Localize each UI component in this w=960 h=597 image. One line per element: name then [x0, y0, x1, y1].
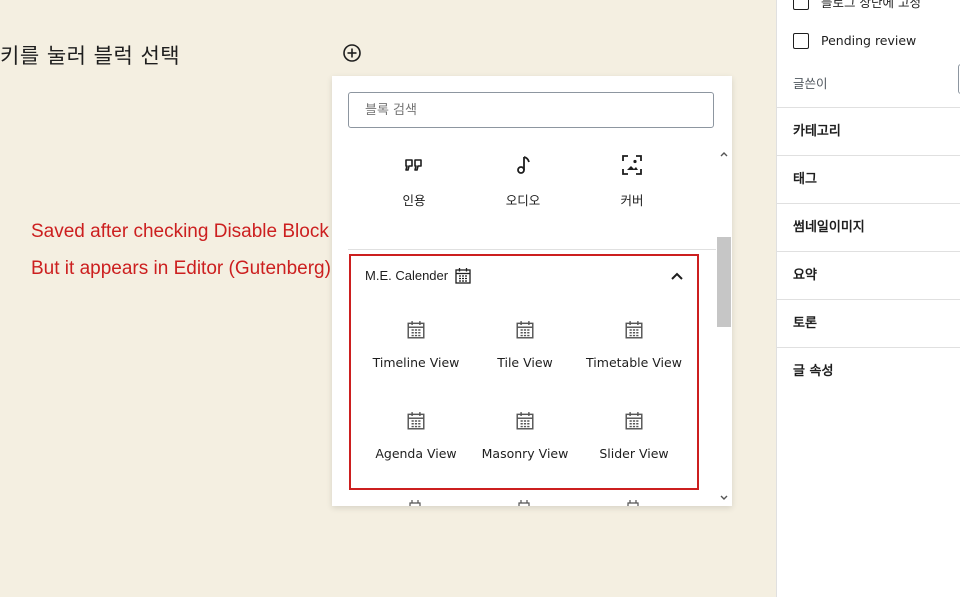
document-settings-sidebar: 블로그 상단에 고정 Pending review 글쓴이 카테고리 태그 썸네… — [776, 0, 960, 597]
editor-canvas[interactable]: 키를 눌러 블럭 선택 Saved after checking Disable… — [0, 0, 776, 597]
block-search-input[interactable] — [348, 92, 714, 128]
calendar-icon — [625, 321, 643, 339]
calendar-icon — [407, 412, 425, 430]
panel-excerpt[interactable]: 요약 — [777, 251, 960, 299]
category-title[interactable]: M.E. Calender — [365, 268, 448, 283]
panel-tags[interactable]: 태그 — [777, 155, 960, 203]
block-list: 인용 오디오 커버 M.E. Calender Timeline View Ti… — [332, 140, 716, 506]
pending-review-row[interactable]: Pending review — [793, 32, 916, 52]
calendar-icon — [627, 500, 639, 506]
block-item-agenda-view[interactable]: Agenda View — [361, 411, 471, 461]
add-block-icon[interactable] — [342, 43, 362, 63]
block-item-masonry-view[interactable]: Masonry View — [470, 411, 580, 461]
scroll-up-icon[interactable] — [720, 150, 728, 158]
audio-icon — [517, 156, 530, 174]
author-label: 글쓴이 — [793, 76, 828, 91]
calendar-icon — [625, 412, 643, 430]
calendar-icon — [516, 412, 534, 430]
scroll-thumb[interactable] — [717, 237, 731, 327]
pending-review-checkbox[interactable] — [793, 32, 809, 49]
calendar-icon — [407, 321, 425, 339]
section-divider — [348, 249, 716, 250]
calendar-icon — [516, 321, 534, 339]
block-list-scrollbar[interactable] — [716, 148, 732, 506]
sticky-checkbox[interactable] — [793, 0, 809, 10]
block-item-slider-view[interactable]: Slider View — [579, 411, 689, 461]
block-item-timetable-view[interactable]: Timetable View — [579, 320, 689, 370]
panel-featured-image[interactable]: 썸네일이미지 — [777, 203, 960, 251]
panel-discussion[interactable]: 토론 — [777, 299, 960, 347]
calendar-icon — [455, 268, 471, 284]
block-item-quote[interactable]: 인용 — [360, 154, 468, 209]
block-item-tile-view[interactable]: Tile View — [470, 320, 580, 370]
chevron-up-icon[interactable] — [669, 268, 685, 284]
mec-category-panel: M.E. Calender Timeline View Tile View Ti… — [349, 254, 699, 490]
block-item-cover[interactable]: 커버 — [578, 154, 686, 209]
calendar-icon — [518, 500, 530, 506]
sticky-checkbox-row[interactable]: 블로그 상단에 고정 — [793, 0, 921, 12]
quote-icon — [405, 159, 422, 171]
panel-categories[interactable]: 카테고리 — [777, 107, 960, 155]
panel-post-attributes[interactable]: 글 속성 — [777, 347, 960, 395]
block-inserter-popover: 인용 오디오 커버 M.E. C — [332, 76, 732, 506]
block-item-audio[interactable]: 오디오 — [469, 154, 577, 209]
block-placeholder[interactable]: 키를 눌러 블럭 선택 — [0, 40, 180, 70]
calendar-icon — [409, 500, 421, 506]
cover-icon — [622, 155, 642, 175]
block-item-timeline-view[interactable]: Timeline View — [361, 320, 471, 370]
scroll-down-icon[interactable] — [720, 494, 728, 502]
annotation-text: But it appears in Editor (Gutenberg) — [31, 258, 331, 279]
